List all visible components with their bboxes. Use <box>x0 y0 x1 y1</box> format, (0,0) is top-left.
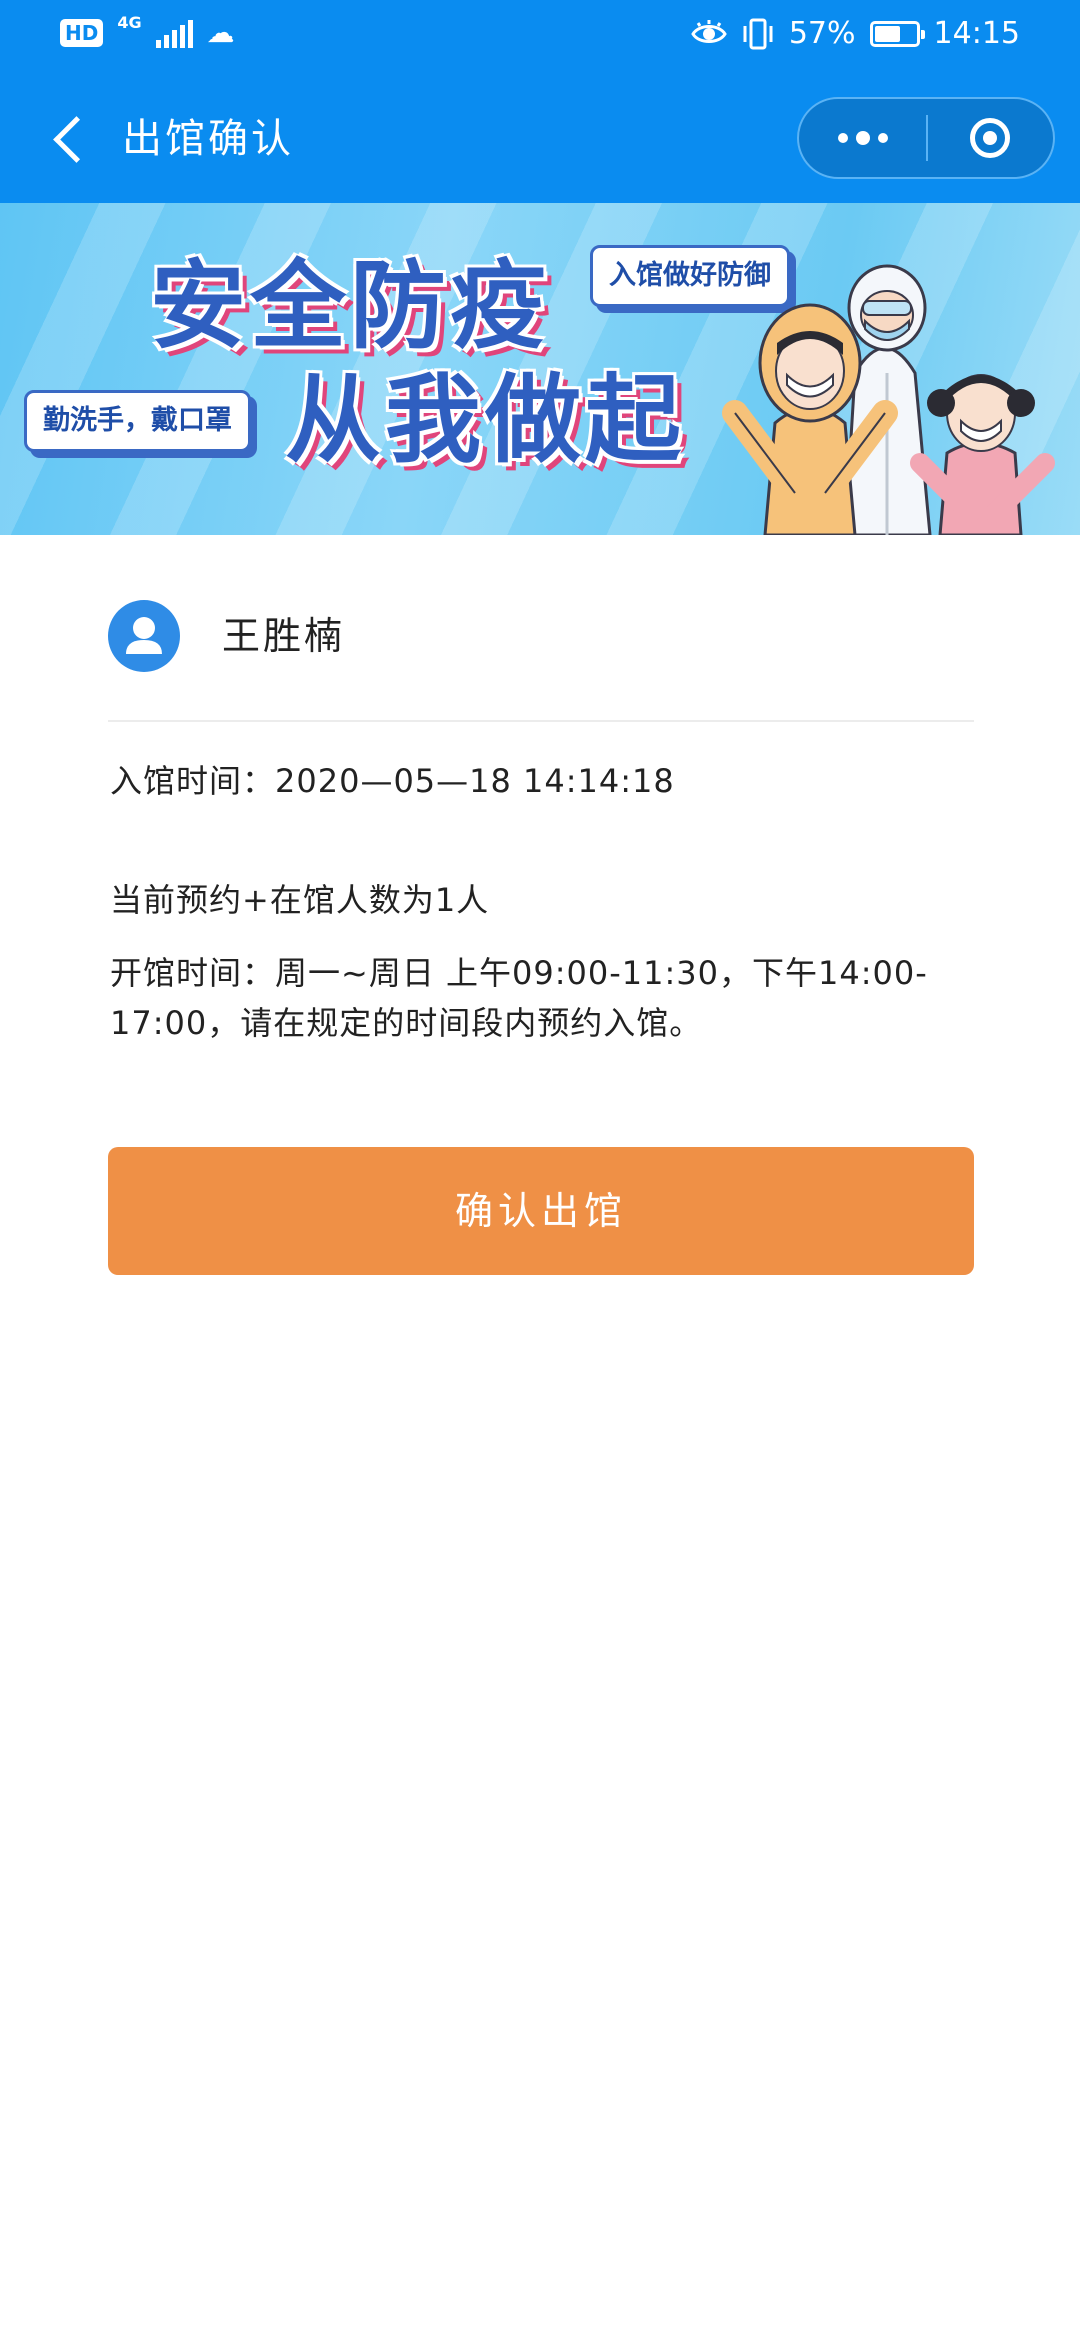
banner-headline-1: 安全防疫 <box>150 250 550 362</box>
network-type: 4G <box>117 13 142 32</box>
banner-illustration <box>722 264 1055 535</box>
battery-icon <box>869 21 925 47</box>
girl-pink-figure <box>910 374 1055 535</box>
user-row: 王胜楠 <box>108 600 345 672</box>
banner-headline-2: 从我做起 <box>285 364 685 476</box>
more-dots-icon <box>877 133 888 143</box>
status-left: HD 4G ☁ <box>60 13 235 49</box>
eye-comfort-icon <box>691 20 727 43</box>
epidemic-banner: 安全防疫 从我做起 入馆做好防御 勤洗手，戴口罩 <box>0 203 1080 535</box>
status-right: 57% 14:15 <box>691 14 1020 54</box>
cloud-icon: ☁ <box>206 16 235 49</box>
signal-icon <box>155 18 193 48</box>
hd-badge: HD <box>60 19 104 47</box>
more-dots-icon <box>855 131 870 145</box>
vibrate-icon <box>743 18 773 50</box>
back-button[interactable] <box>30 99 110 179</box>
user-name: 王胜楠 <box>222 614 346 658</box>
visitor-count: 当前预约+在馆人数为1人 <box>110 881 490 919</box>
mini-program-capsule <box>797 97 1055 179</box>
more-dots-icon <box>837 133 848 143</box>
target-circle-icon <box>970 118 1011 158</box>
page-title: 出馆确认 <box>122 116 294 162</box>
more-button[interactable] <box>799 99 926 177</box>
status-bar: HD 4G ☁ 57% 14:15 <box>0 0 1080 75</box>
banner-tag-bottom: 勤洗手，戴口罩 <box>24 390 251 452</box>
chevron-left-icon <box>52 115 100 163</box>
entry-time: 入馆时间：2020—05—18 14:14:18 <box>110 762 675 800</box>
close-button[interactable] <box>928 99 1053 177</box>
battery-fill <box>874 26 900 42</box>
title-bar: 出馆确认 <box>0 75 1080 203</box>
divider <box>108 720 974 722</box>
battery-percent: 57% <box>788 16 856 51</box>
user-avatar-icon <box>108 600 180 672</box>
clock: 14:15 <box>933 16 1020 51</box>
opening-hours: 开馆时间：周一~周日 上午09:00-11:30，下午14:00-17:00，请… <box>110 954 928 1042</box>
confirm-exit-button[interactable]: 确认出馆 <box>108 1147 974 1275</box>
